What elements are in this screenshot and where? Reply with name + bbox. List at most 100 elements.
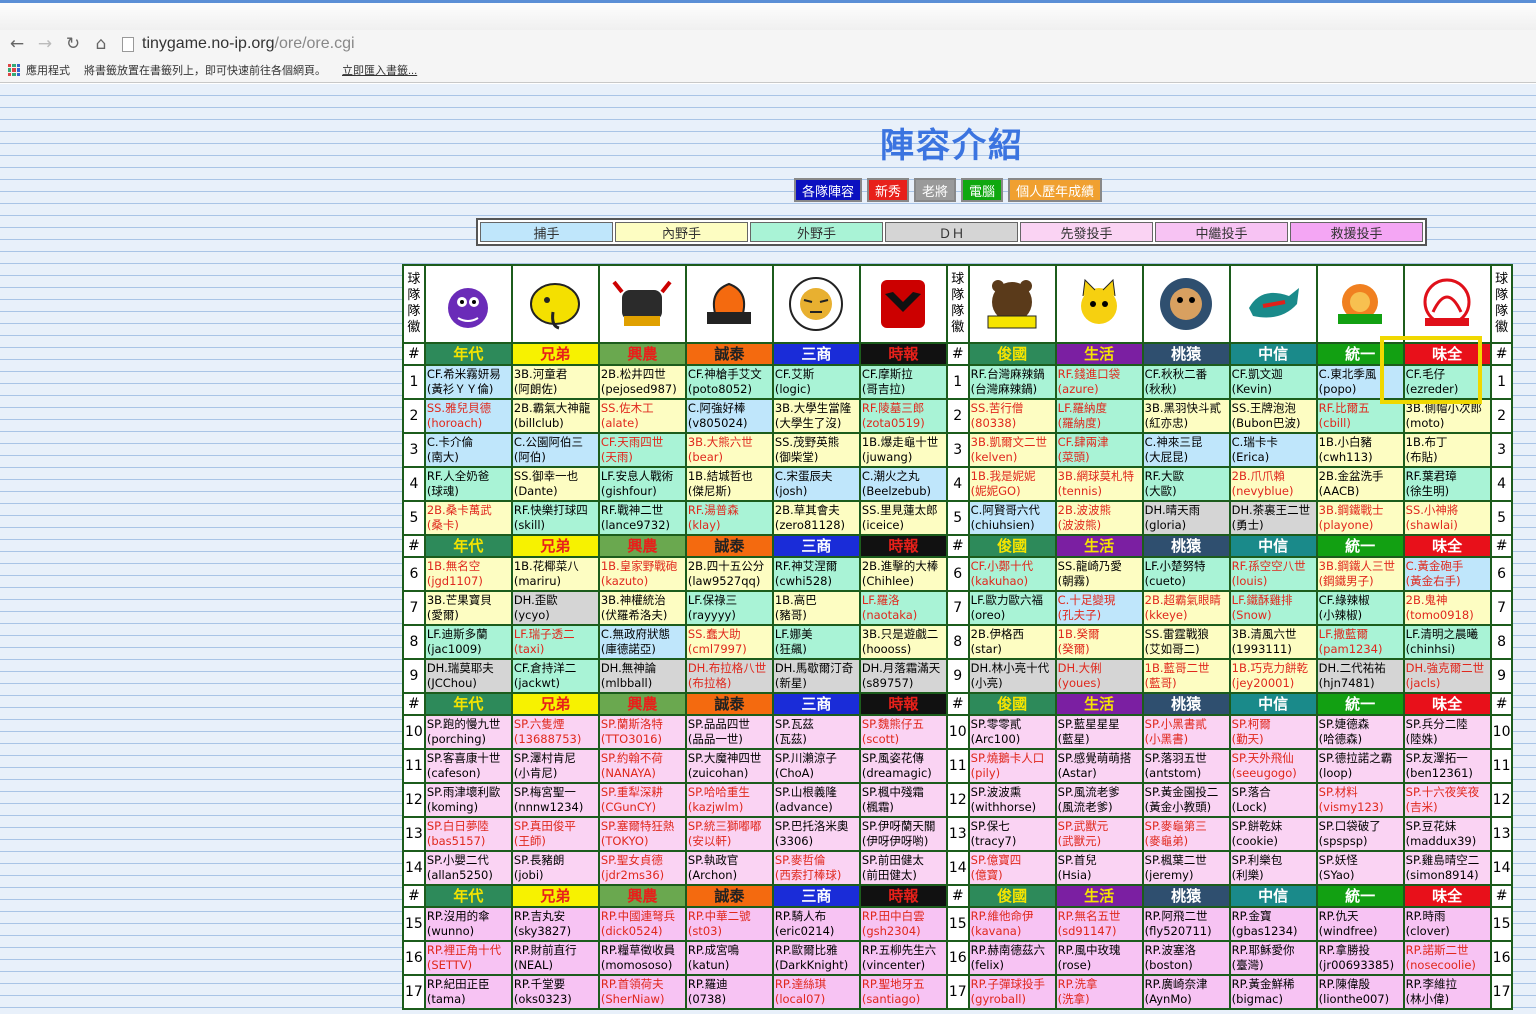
- player-cell[interactable]: RP.洗拿 (洗拿): [1054, 974, 1144, 1010]
- player-cell[interactable]: 2B.伊格西 (star): [967, 624, 1057, 660]
- player-cell[interactable]: DH.二代祐祐 (hjn7481): [1315, 658, 1405, 694]
- player-cell[interactable]: RP.維他命伊 (kavana): [967, 906, 1057, 942]
- player-cell[interactable]: 3B.黑羽快斗貳 (紅亦忠): [1141, 398, 1231, 434]
- player-cell[interactable]: LF.羅納度 (羅納度): [1054, 398, 1144, 434]
- player-cell[interactable]: SS.里見蓮太郎 (iceice): [858, 500, 948, 536]
- player-cell[interactable]: SP.瓦茲 (瓦茲): [771, 714, 861, 750]
- player-cell[interactable]: LF.迪斯多蘭 (jac1009): [423, 624, 513, 660]
- player-cell[interactable]: 3B.網球莫札特 (tennis): [1054, 466, 1144, 502]
- team-header[interactable]: 俊國: [967, 342, 1057, 366]
- player-cell[interactable]: DH.無神論 (mlbball): [597, 658, 687, 694]
- player-cell[interactable]: SP.妖怪 (SYao): [1315, 850, 1405, 886]
- player-cell[interactable]: SP.落羽五世 (antstom): [1141, 748, 1231, 784]
- player-cell[interactable]: 1B.皇家野戰砲 (kazuto): [597, 556, 687, 592]
- player-cell[interactable]: SS.雅兒貝德 (horoach): [423, 398, 513, 434]
- player-cell[interactable]: SP.天外飛仙 (seeugogo): [1228, 748, 1318, 784]
- player-cell[interactable]: RP.拿勝投 (jr00693385): [1315, 940, 1405, 976]
- player-cell[interactable]: SP.前田健太 (前田健太): [858, 850, 948, 886]
- player-cell[interactable]: DH.大俐 (youes): [1054, 658, 1144, 694]
- player-cell[interactable]: RP.黃金鮮稀 (bigmac): [1228, 974, 1318, 1010]
- team-header[interactable]: 桃猿: [1141, 884, 1231, 908]
- player-cell[interactable]: 1B.小白豬 (cwh113): [1315, 432, 1405, 468]
- player-cell[interactable]: CF.肆兩津 (菜頭): [1054, 432, 1144, 468]
- team-header[interactable]: 俊國: [967, 534, 1057, 558]
- player-cell[interactable]: RF.人全奶爸 (球魂): [423, 466, 513, 502]
- team-header[interactable]: 味全: [1402, 692, 1492, 716]
- player-cell[interactable]: RP.紀田正臣 (tama): [423, 974, 513, 1010]
- player-cell[interactable]: 2B.金盆洗手 (AACB): [1315, 466, 1405, 502]
- player-cell[interactable]: RF.陵墓三郎 (zota0519): [858, 398, 948, 434]
- team-header[interactable]: 興農: [597, 342, 687, 366]
- player-cell[interactable]: RP.波塞洛 (boston): [1141, 940, 1231, 976]
- player-cell[interactable]: SP.感覺萌萌搭 (Astar): [1054, 748, 1144, 784]
- player-cell[interactable]: 1B.結城哲也 (傑尼斯): [684, 466, 774, 502]
- player-cell[interactable]: SP.落合 (Lock): [1228, 782, 1318, 818]
- player-cell[interactable]: RP.歐爾比雅 (DarkKnight): [771, 940, 861, 976]
- player-cell[interactable]: SP.六隻煙 (13688753): [510, 714, 600, 750]
- player-cell[interactable]: LF.羅洛 (naotaka): [858, 590, 948, 626]
- player-cell[interactable]: RP.耶穌愛你 (臺灣): [1228, 940, 1318, 976]
- nav-button[interactable]: 新秀: [867, 178, 910, 202]
- player-cell[interactable]: C.十足變現 (孔夫子): [1054, 590, 1144, 626]
- team-header[interactable]: 生活: [1054, 884, 1144, 908]
- player-cell[interactable]: C.阿強好棒 (v805024): [684, 398, 774, 434]
- team-header[interactable]: 味全: [1402, 534, 1492, 558]
- player-cell[interactable]: C.潮火之丸 (Beelzebub): [858, 466, 948, 502]
- player-cell[interactable]: RP.赫南德茲六 (felix): [967, 940, 1057, 976]
- back-arrow-icon[interactable]: ←: [6, 33, 28, 55]
- player-cell[interactable]: SS.龍崎乃愛 (朝霧): [1054, 556, 1144, 592]
- player-cell[interactable]: RP.千堂要 (oks0323): [510, 974, 600, 1010]
- player-cell[interactable]: SP.巴托洛米奧 (3306): [771, 816, 861, 852]
- player-cell[interactable]: SP.魏熊仔五 (scott): [858, 714, 948, 750]
- player-cell[interactable]: SS.御幸一也 (Dante): [510, 466, 600, 502]
- player-cell[interactable]: SP.風流老爹 (風流老爹): [1054, 782, 1144, 818]
- player-cell[interactable]: LF.鐵酥雞排 (Snow): [1228, 590, 1318, 626]
- team-header[interactable]: 中信: [1228, 884, 1318, 908]
- player-cell[interactable]: SP.伊呀蘭天關 (伊呀伊呀喲): [858, 816, 948, 852]
- player-cell[interactable]: SP.統三獅嘟嘟 (安以軒): [684, 816, 774, 852]
- player-cell[interactable]: LF.瑞子透二 (taxi): [510, 624, 600, 660]
- player-cell[interactable]: DH.晴天雨 (gloria): [1141, 500, 1231, 536]
- player-cell[interactable]: SS.小神將 (shawlai): [1402, 500, 1492, 536]
- player-cell[interactable]: LF.小楚努特 (cueto): [1141, 556, 1231, 592]
- player-cell[interactable]: SP.小黑書貳 (小黑書): [1141, 714, 1231, 750]
- player-cell[interactable]: RP.吉丸安 (sky3827): [510, 906, 600, 942]
- team-header[interactable]: 兄弟: [510, 692, 600, 716]
- player-cell[interactable]: RP.聖地牙五 (santiago): [858, 974, 948, 1010]
- team-header[interactable]: 誠泰: [684, 534, 774, 558]
- player-cell[interactable]: SP.品品四世 (品品一世): [684, 714, 774, 750]
- player-cell[interactable]: C.無政府狀態 (庫德諾亞): [597, 624, 687, 660]
- player-cell[interactable]: 3B.清風六世 (1993111): [1228, 624, 1318, 660]
- player-cell[interactable]: SP.小嬰二代 (allan5250): [423, 850, 513, 886]
- player-cell[interactable]: CF.秋秋二番 (秋秋): [1141, 364, 1231, 400]
- address-bar[interactable]: tinygame.no-ip.org/ore/ore.cgi: [122, 35, 355, 53]
- player-cell[interactable]: 3B.大學生當隆 (大學生了沒): [771, 398, 861, 434]
- player-cell[interactable]: 2B.松井四世 (pejosed987): [597, 364, 687, 400]
- player-cell[interactable]: DH.瑞莫耶夫 (JCChou): [423, 658, 513, 694]
- player-cell[interactable]: DH.林小亮十代 (小亮): [967, 658, 1057, 694]
- player-cell[interactable]: RF.錢進口袋 (azure): [1054, 364, 1144, 400]
- player-cell[interactable]: SP.燒鵝卡人口 (pily): [967, 748, 1057, 784]
- player-cell[interactable]: SP.客喜康十世 (cafeson): [423, 748, 513, 784]
- player-cell[interactable]: SP.哈哈重生 (kazjwlm): [684, 782, 774, 818]
- player-cell[interactable]: 1B.爆走龜十世 (juwang): [858, 432, 948, 468]
- player-cell[interactable]: SP.億寶四 (億寶): [967, 850, 1057, 886]
- player-cell[interactable]: RF.葉君璋 (徐生明): [1402, 466, 1492, 502]
- team-header[interactable]: 誠泰: [684, 884, 774, 908]
- player-cell[interactable]: SP.口袋破了 (spspsp): [1315, 816, 1405, 852]
- nav-button[interactable]: 老將: [914, 178, 957, 202]
- player-cell[interactable]: RP.時雨 (clover): [1402, 906, 1492, 942]
- player-cell[interactable]: RP.阿飛二世 (fly520711): [1141, 906, 1231, 942]
- player-cell[interactable]: SP.重犁深耕 (CGunCY): [597, 782, 687, 818]
- player-cell[interactable]: 1B.無名空 (jgd1107): [423, 556, 513, 592]
- team-header[interactable]: 味全: [1402, 884, 1492, 908]
- player-cell[interactable]: SP.豆花妹 (maddux39): [1402, 816, 1492, 852]
- player-cell[interactable]: 2B.鬼神 (tomo0918): [1402, 590, 1492, 626]
- team-header[interactable]: 生活: [1054, 342, 1144, 366]
- player-cell[interactable]: RF.神艾涅爾 (cwhi528): [771, 556, 861, 592]
- player-cell[interactable]: CF.凱文迦 (Kevin): [1228, 364, 1318, 400]
- player-cell[interactable]: CF.希米霧妍易 (黃衫ＹＹ倫): [423, 364, 513, 400]
- player-cell[interactable]: 2B.超霸氣眼睛 (kkeye): [1141, 590, 1231, 626]
- player-cell[interactable]: RP.金寶 (gbas1234): [1228, 906, 1318, 942]
- player-cell[interactable]: CF.小鄭十代 (kakuhao): [967, 556, 1057, 592]
